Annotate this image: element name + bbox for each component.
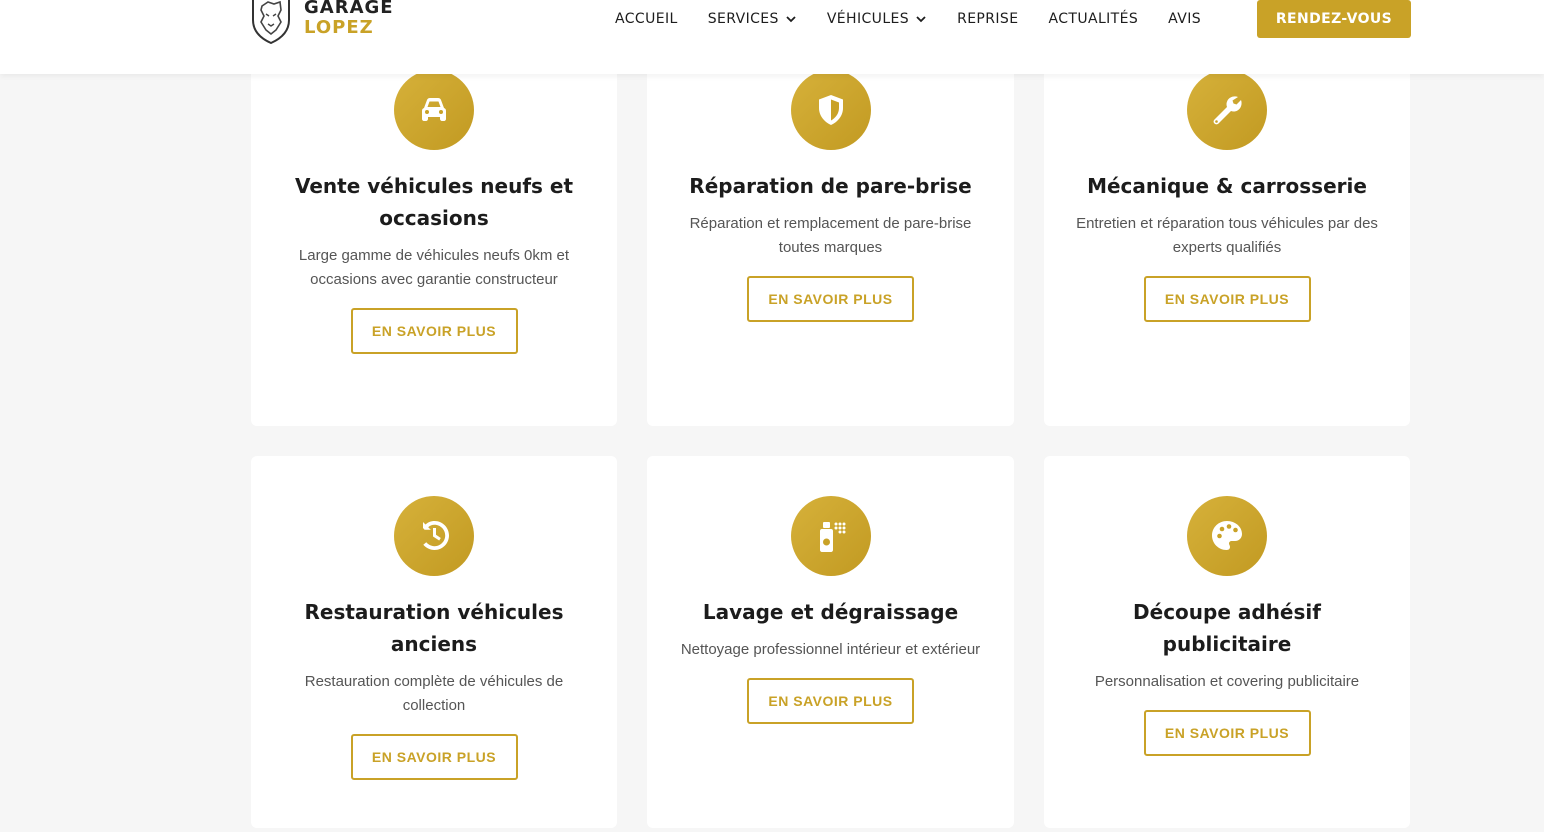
brand-logo[interactable]: GARAGE LOPEZ bbox=[250, 0, 394, 44]
service-card-pare-brise: Réparation de pare-brise Réparation et r… bbox=[647, 30, 1014, 426]
history-icon bbox=[423, 521, 449, 550]
service-description: Nettoyage professionnel intérieur et ext… bbox=[680, 641, 981, 658]
service-title: Réparation de pare-brise bbox=[689, 174, 972, 198]
service-description: Large gamme de véhicules neufs 0km et oc… bbox=[298, 247, 570, 288]
service-card-restauration: Restauration véhicules anciens Restaurat… bbox=[251, 456, 617, 828]
nav-item-avis[interactable]: AVIS bbox=[1168, 11, 1201, 27]
nav-item-actualites[interactable]: ACTUALITÉS bbox=[1048, 11, 1138, 27]
wrench-icon bbox=[1213, 96, 1242, 125]
lion-shield-icon bbox=[252, 0, 290, 44]
brand-name-line2: LOPEZ bbox=[304, 17, 374, 38]
service-title: Vente véhicules neufs et occasions bbox=[294, 174, 574, 230]
service-card-mecanique: Mécanique & carrosserie Entretien et rép… bbox=[1044, 30, 1410, 426]
shield-icon bbox=[818, 95, 843, 125]
service-description: Réparation et remplacement de pare-brise… bbox=[689, 215, 972, 256]
nav-item-accueil[interactable]: ACCUEIL bbox=[615, 11, 678, 27]
brand-name-line1: GARAGE bbox=[304, 0, 394, 18]
service-icon-badge bbox=[394, 496, 474, 576]
nav-item-services[interactable]: SERVICES bbox=[708, 11, 797, 27]
nav-label: REPRISE bbox=[957, 11, 1019, 27]
nav-label: AVIS bbox=[1168, 11, 1202, 27]
spray-bottle-icon bbox=[819, 522, 845, 552]
chevron-down-icon bbox=[916, 16, 926, 23]
service-card-lavage: Lavage et dégraissage Nettoyage professi… bbox=[647, 456, 1014, 828]
nav-item-reprise[interactable]: REPRISE bbox=[957, 11, 1018, 27]
service-icon-badge bbox=[1187, 70, 1267, 150]
service-icon-badge bbox=[790, 70, 871, 150]
palette-icon bbox=[1212, 521, 1242, 550]
service-icon-badge bbox=[790, 496, 871, 576]
site-header: GARAGE LOPEZ ACCUEIL SERVICES VÉHICULES … bbox=[0, 0, 1544, 74]
service-title: Mécanique & carrosserie bbox=[1087, 174, 1367, 198]
nav-label: VÉHICULES bbox=[826, 11, 910, 27]
chevron-down-icon bbox=[786, 16, 796, 23]
rendez-vous-button[interactable]: RENDEZ-VOUS bbox=[1257, 0, 1411, 38]
en-savoir-plus-button[interactable]: EN SAVOIR PLUS bbox=[1143, 276, 1311, 322]
service-title: Lavage et dégraissage bbox=[702, 600, 959, 624]
service-description: Personnalisation et covering publicitair… bbox=[1094, 673, 1360, 690]
nav-label: ACCUEIL bbox=[615, 11, 678, 27]
service-card-vente: Vente véhicules neufs et occasions Large… bbox=[251, 30, 617, 426]
nav-label: ACTUALITÉS bbox=[1048, 11, 1139, 27]
service-card-adhesif: Découpe adhésif publicitaire Personnalis… bbox=[1044, 456, 1410, 828]
en-savoir-plus-button[interactable]: EN SAVOIR PLUS bbox=[350, 308, 518, 354]
en-savoir-plus-button[interactable]: EN SAVOIR PLUS bbox=[747, 678, 914, 724]
service-icon-badge bbox=[1187, 496, 1267, 576]
en-savoir-plus-button[interactable]: EN SAVOIR PLUS bbox=[747, 276, 914, 322]
service-title: Restauration véhicules anciens bbox=[304, 600, 564, 656]
service-description: Entretien et réparation tous véhicules p… bbox=[1076, 215, 1378, 256]
main-nav: ACCUEIL SERVICES VÉHICULES REPRISE ACTUA… bbox=[615, 0, 1231, 38]
car-icon bbox=[422, 98, 446, 121]
service-icon-badge bbox=[394, 70, 474, 150]
service-description: Restauration complète de véhicules de co… bbox=[304, 673, 564, 714]
en-savoir-plus-button[interactable]: EN SAVOIR PLUS bbox=[1143, 710, 1311, 756]
en-savoir-plus-button[interactable]: EN SAVOIR PLUS bbox=[350, 734, 518, 780]
service-title: Découpe adhésif publicitaire bbox=[1133, 600, 1321, 656]
nav-label: SERVICES bbox=[707, 11, 779, 27]
nav-item-vehicules[interactable]: VÉHICULES bbox=[827, 11, 927, 27]
